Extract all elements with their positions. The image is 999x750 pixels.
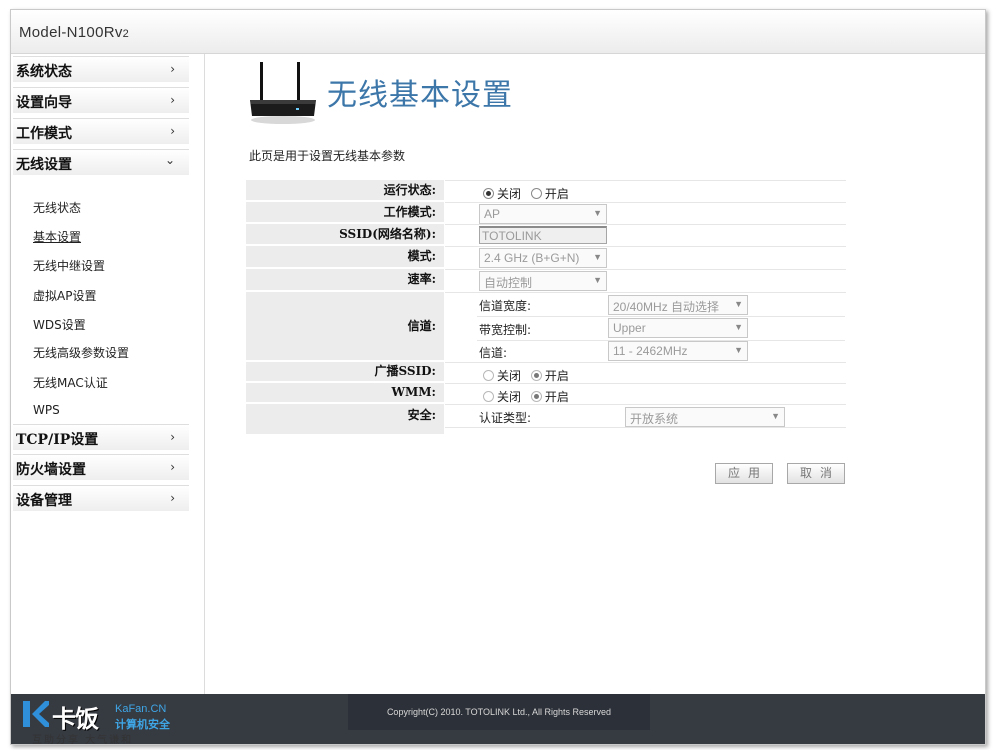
caret-down-icon: ▼ (593, 275, 602, 285)
browser-frame: Model-N100Rv2 系统状态 › 设置向导 › 工作模式 › 无线设置 … (10, 9, 986, 745)
wmm-on-radio[interactable] (530, 391, 542, 402)
caret-down-icon: ▼ (593, 252, 602, 262)
row-channel: 信道: 信道宽度: 20/40MHz 自动选择 ▼ 带宽控制: Upper ▼ 信道… (246, 292, 846, 362)
band-control-select[interactable]: Upper ▼ (608, 318, 748, 338)
auth-type-select[interactable]: 开放系统 ▼ (625, 407, 785, 427)
sidebar: 系统状态 › 设置向导 › 工作模式 › 无线设置 ⌄ 无线状态 基本设置 无线… (11, 54, 205, 694)
header-bar: Model-N100Rv2 (11, 10, 985, 54)
caret-down-icon: ▼ (734, 345, 743, 355)
cancel-button[interactable]: 取消 (787, 463, 845, 484)
row-work-mode: 工作模式: AP ▼ (246, 202, 846, 224)
row-ssid: SSID(网络名称): TOTOLINK (246, 224, 846, 246)
kafan-site: KaFan.CN (115, 703, 167, 715)
page-description: 此页是用于设置无线基本参数 (249, 149, 406, 163)
chevron-right-icon: › (170, 491, 175, 505)
subnav-virtual-ap[interactable]: 虚拟AP设置 (33, 287, 96, 304)
subnav-advanced-params[interactable]: 无线高级参数设置 (33, 344, 129, 361)
run-status-on-radio[interactable] (530, 188, 542, 199)
router-icon (250, 62, 316, 124)
row-mode: 模式: 2.4 GHz (B+G+N) ▼ (246, 246, 846, 269)
subnav-basic-settings[interactable]: 基本设置 (33, 228, 81, 245)
caret-down-icon: ▼ (734, 299, 743, 309)
caret-down-icon: ▼ (593, 208, 602, 218)
row-security: 安全: 认证类型: 开放系统 ▼ (246, 404, 846, 436)
apply-button[interactable]: 应用 (715, 463, 773, 484)
subnav-wireless-repeater[interactable]: 无线中继设置 (33, 257, 105, 274)
row-run-status: 运行状态: 关闭 开启 (246, 180, 846, 202)
sidebar-item-system-status[interactable]: 系统状态 › (13, 56, 189, 82)
subnav-wds[interactable]: WDS设置 (33, 316, 86, 333)
main-content: 无线基本设置 此页是用于设置无线基本参数 运行状态: 关闭 开启 工作模式: A… (206, 54, 985, 694)
ssid-input[interactable]: TOTOLINK (479, 226, 607, 244)
kafan-logo-icon (23, 701, 49, 727)
row-rate: 速率: 自动控制 ▼ (246, 269, 846, 292)
subnav-mac-auth[interactable]: 无线MAC认证 (33, 374, 108, 391)
run-status-off-radio[interactable] (483, 188, 494, 199)
channel-number-label: 信道: (479, 346, 508, 360)
kafan-brand: 卡饭 (52, 704, 99, 733)
channel-width-select[interactable]: 20/40MHz 自动选择 ▼ (608, 295, 748, 315)
kafan-subtitle: 计算机安全 (115, 718, 170, 731)
channel-width-label: 信道宽度: (479, 299, 532, 313)
sidebar-item-tcpip[interactable]: TCP/IP设置 › (13, 424, 189, 450)
chevron-right-icon: › (170, 430, 175, 444)
subnav-wireless-status[interactable]: 无线状态 (33, 199, 81, 216)
channel-select[interactable]: 11 - 2462MHz ▼ (608, 341, 748, 361)
chevron-right-icon: › (170, 124, 175, 138)
page-title: 无线基本设置 (327, 78, 513, 113)
auth-type-label: 认证类型: (479, 411, 532, 425)
model-name: Model-N100Rv2 (19, 24, 130, 41)
band-control-label: 带宽控制: (479, 323, 532, 337)
broadcast-ssid-off-radio[interactable] (483, 370, 494, 381)
chevron-right-icon: › (170, 62, 175, 76)
sidebar-item-device-management[interactable]: 设备管理 › (13, 485, 189, 511)
sidebar-item-work-mode[interactable]: 工作模式 › (13, 118, 189, 144)
row-wmm: WMM: 关闭 开启 (246, 383, 846, 404)
copyright-text: Copyright(C) 2010. TOTOLINK Ltd., All Ri… (386, 707, 612, 717)
broadcast-ssid-on-radio[interactable] (530, 370, 542, 381)
chevron-right-icon: › (170, 460, 175, 474)
sidebar-item-wireless-settings[interactable]: 无线设置 ⌄ (13, 149, 189, 175)
subnav-wps[interactable]: WPS (33, 403, 60, 417)
rate-select[interactable]: 自动控制 ▼ (479, 271, 607, 291)
work-mode-select[interactable]: AP ▼ (479, 204, 607, 224)
caret-down-icon: ▼ (734, 322, 743, 332)
caret-down-icon: ▼ (771, 411, 780, 421)
chevron-right-icon: › (170, 93, 175, 107)
row-broadcast-ssid: 广播SSID: 关闭 开启 (246, 362, 846, 383)
kafan-slogan: 互助分享 大气谦和 (32, 735, 134, 746)
sidebar-item-setup-wizard[interactable]: 设置向导 › (13, 87, 189, 113)
sidebar-item-firewall[interactable]: 防火墙设置 › (13, 454, 189, 480)
chevron-down-icon: ⌄ (164, 153, 175, 167)
mode-select[interactable]: 2.4 GHz (B+G+N) ▼ (479, 248, 607, 268)
wmm-off-radio[interactable] (483, 391, 494, 402)
kafan-watermark: 卡饭 KaFan.CN 计算机安全 互助分享 大气谦和 (20, 693, 180, 746)
